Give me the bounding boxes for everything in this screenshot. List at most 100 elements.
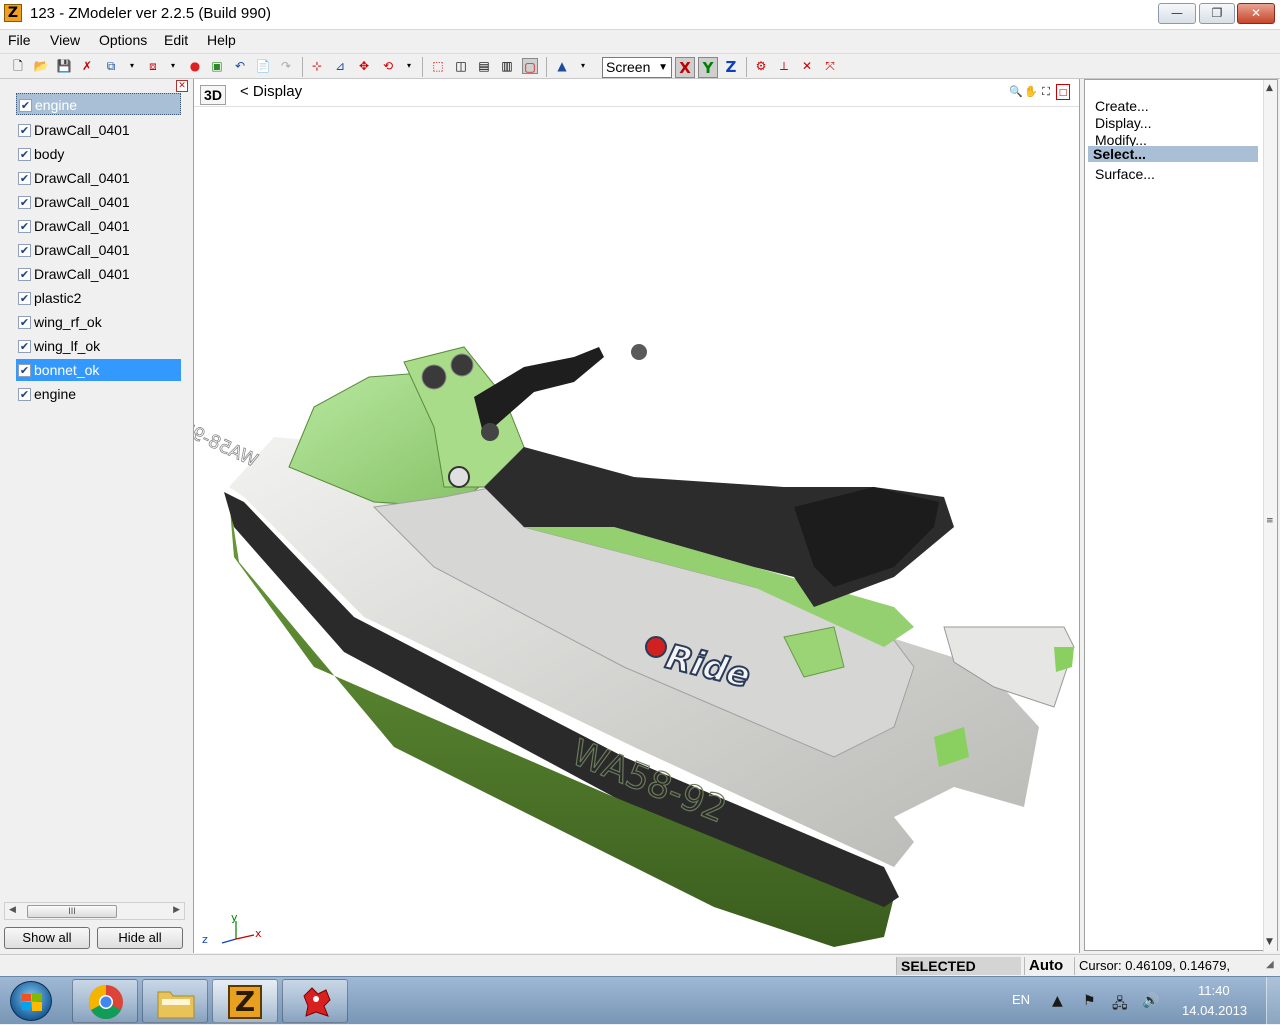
close-button[interactable]: ✕ xyxy=(1237,3,1275,24)
close-panel-icon[interactable]: ✕ xyxy=(176,80,188,92)
transform-dropdown-icon[interactable]: ▾ xyxy=(404,58,414,74)
command-display[interactable]: Display... xyxy=(1095,115,1152,131)
menu-edit[interactable]: Edit xyxy=(164,32,188,48)
menu-file[interactable]: File xyxy=(8,32,31,48)
import-dropdown-icon[interactable]: ▾ xyxy=(127,58,137,74)
scroll-down-icon[interactable]: ▼ xyxy=(1266,937,1273,947)
horizontal-scrollbar[interactable]: ◀ III ▶ xyxy=(4,902,185,920)
language-indicator[interactable]: EN xyxy=(1012,992,1030,1007)
resize-grip-icon[interactable]: ◢ xyxy=(1266,959,1274,970)
command-create[interactable]: Create... xyxy=(1095,98,1149,114)
jetski-model[interactable]: Ride WA58-92 WA58-92 xyxy=(194,107,1079,951)
open-folder-icon[interactable]: 📂 xyxy=(33,58,49,74)
start-button[interactable] xyxy=(10,981,52,1021)
taskbar-zmodeler[interactable]: Z xyxy=(212,979,278,1023)
list-item[interactable]: ✔ wing_rf_ok xyxy=(16,311,181,333)
snap-icon[interactable]: ⚙ xyxy=(753,58,769,74)
checkbox[interactable]: ✔ xyxy=(19,99,32,112)
notes-icon[interactable]: 📄 xyxy=(255,58,271,74)
object-mode-icon[interactable]: ▥ xyxy=(499,58,515,74)
volume-icon[interactable]: 🔊 xyxy=(1142,993,1159,1009)
checkbox[interactable]: ✔ xyxy=(18,124,31,137)
pan-hand-icon[interactable]: ✋ xyxy=(1024,84,1038,100)
pivot-dropdown-icon[interactable]: ▾ xyxy=(578,58,588,74)
undo-icon[interactable]: ↶ xyxy=(232,58,248,74)
menu-view[interactable]: View xyxy=(50,32,80,48)
box-mode-icon[interactable]: ▢ xyxy=(522,58,538,74)
checkbox[interactable]: ✔ xyxy=(18,316,31,329)
record-icon[interactable]: ● xyxy=(187,58,203,74)
axis-y-toggle[interactable]: Y xyxy=(698,57,718,78)
checkbox[interactable]: ✔ xyxy=(18,148,31,161)
checkbox[interactable]: ✔ xyxy=(18,244,31,257)
scroll-right-icon[interactable]: ▶ xyxy=(173,905,180,915)
list-item[interactable]: ✔ DrawCall_0401 xyxy=(16,263,181,285)
checkbox[interactable]: ✔ xyxy=(18,340,31,353)
vertical-scrollbar[interactable]: ▲ ≡ ▼ xyxy=(1263,80,1277,952)
list-item[interactable]: ✔ DrawCall_0401 xyxy=(16,215,181,237)
save-icon[interactable]: 💾 xyxy=(56,58,72,74)
delete-icon[interactable]: ✗ xyxy=(79,58,95,74)
checkbox[interactable]: ✔ xyxy=(18,364,31,377)
taskbar-app[interactable] xyxy=(282,979,348,1023)
checkbox[interactable]: ✔ xyxy=(18,268,31,281)
fit-view-icon[interactable]: ⛶ xyxy=(1039,84,1053,100)
maximize-button[interactable]: ❐ xyxy=(1199,3,1235,24)
list-item[interactable]: ✔ engine xyxy=(16,383,181,405)
select-vertex-icon[interactable]: ⊹ xyxy=(309,58,325,74)
edge-mode-icon[interactable]: ◫ xyxy=(453,58,469,74)
scroll-left-icon[interactable]: ◀ xyxy=(9,905,16,915)
scrollbar-grip-icon[interactable]: ≡ xyxy=(1266,516,1274,526)
face-mode-icon[interactable]: ▤ xyxy=(476,58,492,74)
list-item[interactable]: ✔ engine xyxy=(16,93,181,115)
3d-viewport[interactable]: 3D < Display 🔍 ✋ ⛶ □ Ride WA58-92 WA58-9… xyxy=(193,79,1080,953)
list-item[interactable]: ✔ bonnet_ok xyxy=(16,359,181,381)
zmodeler-logo-icon[interactable]: Z xyxy=(4,4,22,22)
menu-help[interactable]: Help xyxy=(207,32,236,48)
command-modify[interactable]: Modify... xyxy=(1095,132,1147,146)
import-icon[interactable]: ⧉ xyxy=(103,58,119,74)
local-axes-icon[interactable]: ⟂ xyxy=(776,58,792,74)
list-item[interactable]: ✔ DrawCall_0401 xyxy=(16,239,181,261)
vertex-mode-icon[interactable]: ⬚ xyxy=(430,58,446,74)
command-select[interactable]: Select... xyxy=(1088,146,1258,162)
list-item[interactable]: ✔ DrawCall_0401 xyxy=(16,167,181,189)
axis-z-toggle[interactable]: Z xyxy=(721,57,741,78)
show-all-button[interactable]: Show all xyxy=(4,927,90,949)
checkbox[interactable]: ✔ xyxy=(18,172,31,185)
list-item[interactable]: ✔ wing_lf_ok xyxy=(16,335,181,357)
minimize-button[interactable]: — xyxy=(1158,3,1196,24)
menu-options[interactable]: Options xyxy=(99,32,147,48)
list-item[interactable]: ✔ DrawCall_0401 xyxy=(16,191,181,213)
axis-x-toggle[interactable]: X xyxy=(675,57,695,78)
taskbar-chrome[interactable] xyxy=(72,979,138,1023)
list-item[interactable]: ✔ plastic2 xyxy=(16,287,181,309)
hide-all-button[interactable]: Hide all xyxy=(97,927,183,949)
world-axes-icon[interactable]: ⤧ xyxy=(822,58,838,74)
command-surface[interactable]: Surface... xyxy=(1095,166,1155,182)
export-dropdown-icon[interactable]: ▾ xyxy=(168,58,178,74)
picture-icon[interactable]: ▣ xyxy=(209,58,225,74)
export-icon[interactable]: ⧈ xyxy=(145,58,161,74)
redo-icon[interactable]: ↷ xyxy=(278,58,294,74)
action-center-flag-icon[interactable]: ⚑ xyxy=(1083,993,1096,1009)
clock-date[interactable]: 14.04.2013 xyxy=(1182,1003,1247,1018)
mirror-icon[interactable]: ✕ xyxy=(799,58,815,74)
show-desktop-button[interactable] xyxy=(1266,977,1280,1025)
scroll-up-icon[interactable]: ▲ xyxy=(1266,83,1273,93)
list-item[interactable]: ✔ DrawCall_0401 xyxy=(16,119,181,141)
scrollbar-thumb[interactable]: III xyxy=(27,905,117,918)
list-item[interactable]: ✔ body xyxy=(16,143,181,165)
view-type-button[interactable]: 3D xyxy=(200,85,226,105)
rotate-icon[interactable]: ⟲ xyxy=(380,58,396,74)
checkbox[interactable]: ✔ xyxy=(18,196,31,209)
clock-time[interactable]: 11:40 xyxy=(1198,983,1230,998)
taskbar-explorer[interactable] xyxy=(142,979,208,1023)
display-breadcrumb[interactable]: < Display xyxy=(240,83,302,100)
select-face-icon[interactable]: ⊿ xyxy=(332,58,348,74)
pivot-icon[interactable]: ▲ xyxy=(554,58,570,74)
zoom-icon[interactable]: 🔍 xyxy=(1009,84,1023,100)
checkbox[interactable]: ✔ xyxy=(18,388,31,401)
auto-status[interactable]: Auto xyxy=(1024,957,1072,975)
coordinate-system-select[interactable]: Screen ▼ xyxy=(602,57,672,78)
